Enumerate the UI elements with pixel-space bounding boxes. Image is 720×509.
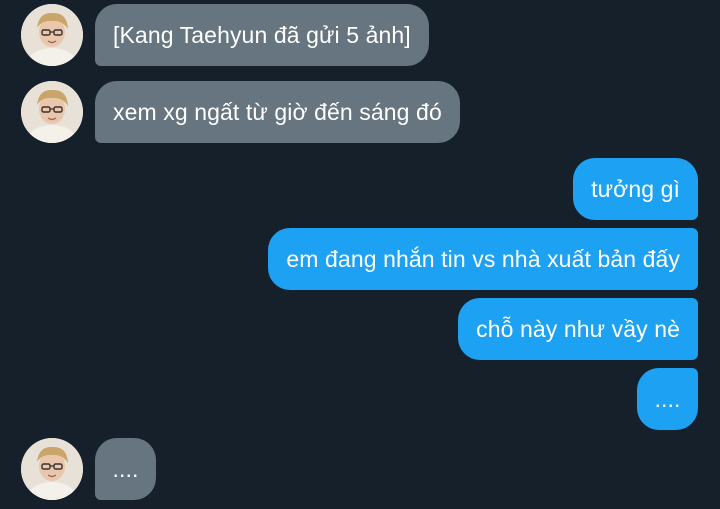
message-text: [Kang Taehyun đã gửi 5 ảnh]: [113, 21, 411, 48]
incoming-message-bubble[interactable]: xem xg ngất từ giờ đến sáng đó: [95, 81, 460, 143]
avatar-photo-icon: [21, 4, 83, 66]
outgoing-message-bubble[interactable]: chỗ này như vầy nè: [458, 298, 698, 360]
sender-avatar[interactable]: [21, 4, 83, 66]
outgoing-message-bubble[interactable]: tưởng gì: [573, 158, 698, 220]
incoming-message-bubble[interactable]: ....: [95, 438, 156, 500]
outgoing-message-bubble[interactable]: ....: [637, 368, 698, 430]
message-text: tưởng gì: [591, 175, 680, 202]
incoming-message-bubble[interactable]: [Kang Taehyun đã gửi 5 ảnh]: [95, 4, 429, 66]
avatar-photo-icon: [21, 81, 83, 143]
message-text: em đang nhắn tin vs nhà xuất bản đấy: [286, 245, 680, 272]
sender-avatar[interactable]: [21, 81, 83, 143]
message-text: chỗ này như vầy nè: [476, 315, 680, 342]
message-text: ....: [654, 385, 681, 412]
outgoing-message-bubble[interactable]: em đang nhắn tin vs nhà xuất bản đấy: [268, 228, 698, 290]
avatar-photo-icon: [21, 438, 83, 500]
message-text: xem xg ngất từ giờ đến sáng đó: [113, 98, 442, 125]
sender-avatar[interactable]: [21, 438, 83, 500]
message-text: ....: [112, 455, 139, 482]
message-thread: [Kang Taehyun đã gửi 5 ảnh] xem xg ngất …: [0, 0, 720, 509]
